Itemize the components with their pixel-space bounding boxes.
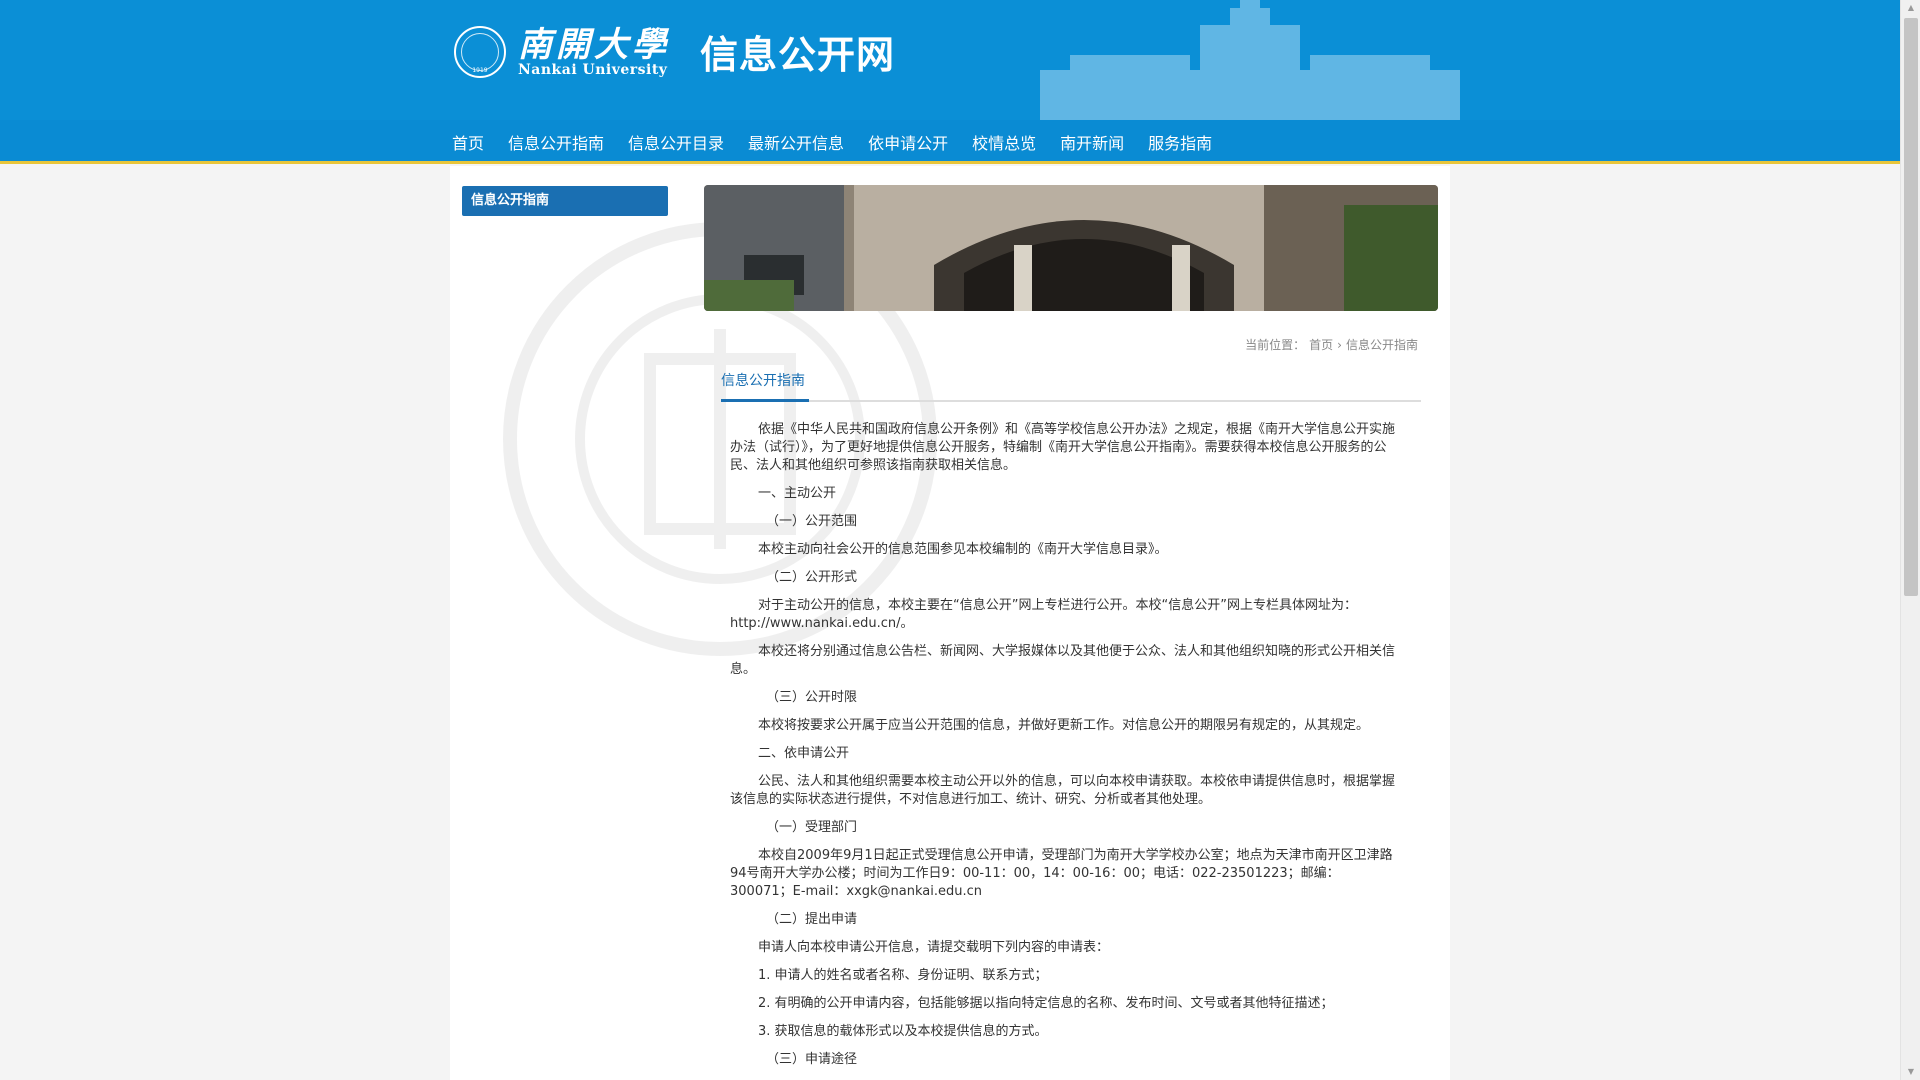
breadcrumb-home[interactable]: 首页 [1309, 338, 1333, 352]
breadcrumb-current[interactable]: 信息公开指南 [1346, 338, 1418, 352]
scroll-up-arrow-icon[interactable]: ▲ [1901, 0, 1920, 16]
vertical-scrollbar[interactable]: ▲ ▼ [1900, 0, 1920, 1080]
campus-arch-banner-image [704, 185, 1438, 311]
breadcrumb-separator-icon: › [1337, 338, 1342, 352]
site-title: 信息公开网 [700, 33, 896, 77]
article-paragraph: 公民、法人和其他组织需要本校主动公开以外的信息，可以向本校申请获取。本校依申请提… [730, 774, 1396, 807]
article-subheading: （三）公开时限 [766, 690, 858, 705]
tab-info-guide[interactable]: 信息公开指南 [721, 370, 809, 402]
article-subheading: （二）公开形式 [766, 570, 858, 585]
nav-item-catalog[interactable]: 信息公开目录 [628, 130, 724, 154]
article-paragraph: 对于主动公开的信息，本校主要在“信息公开”网上专栏进行公开。本校“信息公开”网上… [730, 598, 1357, 631]
building-silhouette-image [1040, 0, 1460, 120]
tab-bar: 信息公开指南 [721, 370, 1421, 402]
article-list-item: 1. 申请人的姓名或者名称、身份证明、联系方式； [758, 968, 1048, 983]
scrollbar-thumb[interactable] [1904, 18, 1918, 596]
nav-item-overview[interactable]: 校情总览 [972, 130, 1036, 154]
seal-year: 1919 [472, 66, 488, 74]
article-heading: 一、主动公开 [758, 486, 837, 501]
article-subheading: （一）公开范围 [766, 514, 858, 529]
main-nav: 首页 信息公开指南 信息公开目录 最新公开信息 依申请公开 校情总览 南开新闻 … [0, 120, 1900, 164]
breadcrumb-prefix: 当前位置： [1245, 338, 1306, 352]
article-list-item: 2. 有明确的公开申请内容，包括能够据以指向特定信息的名称、发布时间、文号或者其… [758, 996, 1334, 1011]
scroll-down-arrow-icon[interactable]: ▼ [1901, 1064, 1920, 1080]
site-header: 1919 南開大學 Nankai University 信息公开网 [0, 0, 1900, 120]
article-paragraph: 依据《中华人民共和国政府信息公开条例》和《高等学校信息公开办法》之规定，根据《南… [730, 422, 1396, 473]
nav-item-apply[interactable]: 依申请公开 [868, 130, 948, 154]
brand[interactable]: 1919 南開大學 Nankai University 信息公开网 [454, 24, 895, 79]
article-paragraph: 本校将按要求公开属于应当公开范围的信息，并做好更新工作。对信息公开的期限另有规定… [758, 718, 1370, 733]
university-seal-icon: 1919 [454, 25, 506, 78]
logo-english: Nankai University [518, 61, 668, 78]
university-logo: 南開大學 Nankai University [518, 26, 670, 78]
article-subheading: （一）受理部门 [766, 820, 858, 835]
article-paragraph: 本校还将分别通过信息公告栏、新闻网、大学报媒体以及其他便于公众、法人和其他组织知… [730, 644, 1396, 677]
article-subheading: （二）提出申请 [766, 912, 858, 927]
sidebar-heading[interactable]: 信息公开指南 [462, 186, 668, 216]
article-paragraph: 本校主动向社会公开的信息范围参见本校编制的《南开大学信息目录》。 [758, 542, 1168, 557]
nav-item-news[interactable]: 南开新闻 [1060, 130, 1124, 154]
article-heading: 二、依申请公开 [758, 746, 850, 761]
article-subheading: （三）申请途径 [766, 1052, 858, 1067]
article-paragraph: 本校自2009年9月1日起正式受理信息公开申请，受理部门为南开大学学校办公室；地… [730, 848, 1393, 899]
content-container: 信息公开指南 当前位置： 首页 › 信息公开指南 信息公开指南 依据《中华人民共和国政… [450, 166, 1450, 1080]
article-list-item: 3. 获取信息的载体形式以及本校提供信息的方式。 [758, 1024, 1048, 1039]
nav-item-home[interactable]: 首页 [452, 130, 484, 154]
article-body: 依据《中华人民共和国政府信息公开条例》和《高等学校信息公开办法》之规定，根据《南… [730, 421, 1402, 1079]
logo-chinese: 南開大學 [518, 24, 670, 65]
nav-item-guide[interactable]: 信息公开指南 [508, 130, 604, 154]
nav-item-service[interactable]: 服务指南 [1148, 130, 1212, 154]
article-paragraph: 申请人向本校申请公开信息，请提交载明下列内容的申请表： [758, 940, 1110, 955]
nav-item-latest[interactable]: 最新公开信息 [748, 130, 844, 154]
breadcrumb: 当前位置： 首页 › 信息公开指南 [1243, 336, 1420, 353]
